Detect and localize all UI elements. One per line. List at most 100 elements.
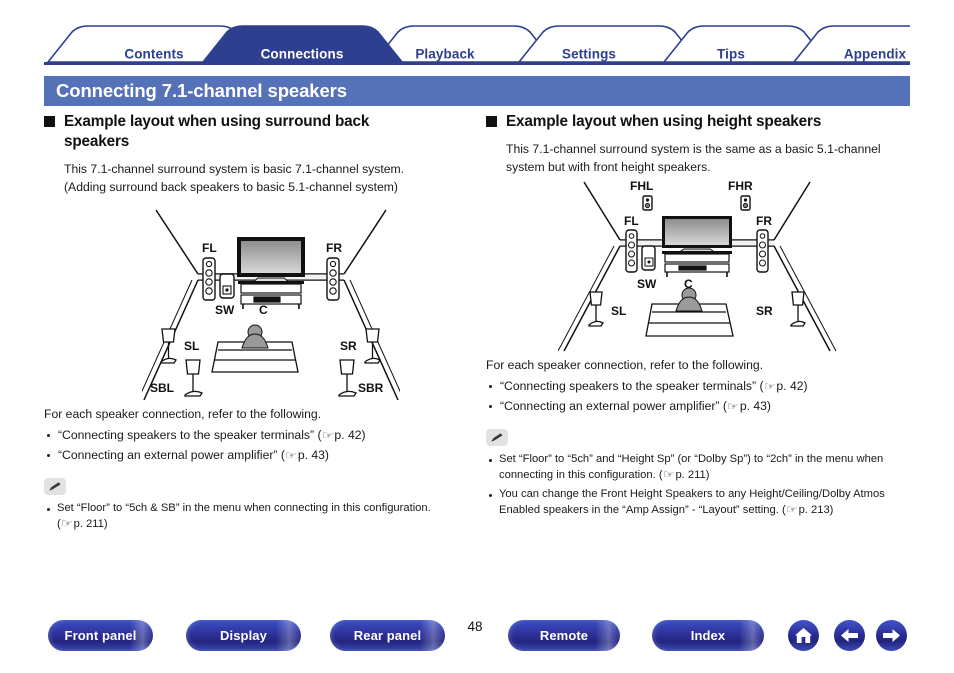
tab-contents[interactable]: Contents <box>124 47 183 62</box>
left-bullet-1-page[interactable]: p. 43 <box>298 448 325 462</box>
surround-back-layout-svg: FL FR SW C SL SR SBL SBR <box>142 209 400 401</box>
arrow-left-icon <box>841 629 858 642</box>
right-heading-text: Example layout when using height speaker… <box>506 113 822 130</box>
list-item[interactable]: “Connecting an external power amplifier”… <box>44 446 474 465</box>
tab-appendix[interactable]: Appendix <box>844 47 906 62</box>
pencil-icon <box>49 482 61 491</box>
left-bullet-1-text: “Connecting an external power amplifier”… <box>58 448 285 463</box>
listener-icon <box>241 324 269 349</box>
front-panel-button[interactable]: Front panel <box>48 620 153 651</box>
right-note-1-page[interactable]: p. 213 <box>799 504 830 516</box>
note-pencil-badge <box>486 428 508 446</box>
speaker-sw-icon <box>641 245 656 271</box>
left-column: Example layout when using surround back … <box>44 112 474 533</box>
tv-icon <box>662 215 732 254</box>
right-section-heading: Example layout when using height speaker… <box>486 112 916 132</box>
square-bullet-icon <box>486 116 497 127</box>
right-intro-line2: system but with front height speakers. <box>506 159 711 174</box>
height-speaker-layout-svg: FHL FHR FL FR SW C SL SR <box>558 179 837 352</box>
left-note-0-page[interactable]: p. 211 <box>74 518 104 530</box>
list-item: Set “Floor” to “5ch” and “Height Sp” (or… <box>486 452 916 484</box>
label-fl: FL <box>202 241 217 255</box>
left-reference-list: “Connecting speakers to the speaker term… <box>44 426 474 465</box>
remote-button[interactable]: Remote <box>508 620 620 651</box>
speaker-fhl-icon <box>642 195 653 211</box>
right-note-0-tail: ) <box>705 468 710 481</box>
page-title: Connecting 7.1-channel speakers <box>56 80 347 101</box>
display-button[interactable]: Display <box>186 620 301 651</box>
label-sl: SL <box>184 339 199 353</box>
left-lead-text: For each speaker connection, refer to th… <box>44 407 322 422</box>
list-item[interactable]: “Connecting an external power amplifier”… <box>486 397 916 416</box>
left-note-list: Set “Floor” to “5ch & SB” in the menu wh… <box>44 501 474 533</box>
list-item: You can change the Front Height Speakers… <box>486 487 916 519</box>
list-item[interactable]: “Connecting speakers to the speaker term… <box>486 377 916 396</box>
note-pencil-badge <box>44 478 66 496</box>
page-number: 48 <box>467 619 483 634</box>
forward-button[interactable] <box>876 620 907 651</box>
tv-icon <box>237 237 305 284</box>
speaker-fr-icon <box>326 257 340 301</box>
speaker-fl-icon <box>625 229 638 273</box>
right-note-1-tail: ) <box>829 503 834 516</box>
left-intro: This 7.1-channel surround system is basi… <box>64 161 474 196</box>
right-bullet-0-page[interactable]: p. 42 <box>776 379 803 393</box>
speaker-sl-icon <box>588 291 604 327</box>
right-bullet-1-text: “Connecting an external power amplifier”… <box>500 399 727 414</box>
list-item[interactable]: “Connecting speakers to the speaker term… <box>44 426 474 445</box>
speaker-fl-icon <box>202 257 216 301</box>
label-fhl: FHL <box>630 179 653 193</box>
page-title-banner: Connecting 7.1-channel speakers <box>44 76 910 106</box>
tab-tips[interactable]: Tips <box>717 47 745 62</box>
left-room-diagram: FL FR SW C SL SR SBL SBR <box>142 202 474 402</box>
right-reference-list: “Connecting speakers to the speaker term… <box>486 377 916 416</box>
tab-bar-underline <box>44 62 910 65</box>
label-c: C <box>684 277 693 291</box>
speaker-sw-icon <box>219 273 235 299</box>
label-sw: SW <box>215 303 235 317</box>
left-bullet-0-page[interactable]: p. 42 <box>334 428 361 442</box>
right-bullet-0-text: “Connecting speakers to the speaker term… <box>500 378 764 393</box>
right-column: Example layout when using height speaker… <box>486 112 916 519</box>
pointing-hand-icon: ☞ <box>726 401 740 414</box>
speaker-fr-icon <box>756 229 769 273</box>
left-bullet-1-tail: ) <box>324 448 329 463</box>
right-bullet-1-page[interactable]: p. 43 <box>740 399 767 413</box>
label-sbl: SBL <box>150 381 174 395</box>
left-intro-line1: This 7.1-channel surround system is basi… <box>64 162 405 177</box>
pointing-hand-icon: ☞ <box>321 429 334 442</box>
speaker-sbr-icon <box>338 359 357 397</box>
rear-panel-button[interactable]: Rear panel <box>330 620 445 651</box>
left-bullet-0-text: “Connecting speakers to the speaker term… <box>58 427 322 442</box>
tab-connections[interactable]: Connections <box>261 47 344 62</box>
label-fr: FR <box>756 214 772 228</box>
back-button[interactable] <box>834 620 865 651</box>
pointing-hand-icon: ☞ <box>284 450 298 463</box>
pointing-hand-icon: ☞ <box>785 503 798 516</box>
right-bullet-1-tail: ) <box>766 399 771 414</box>
home-button[interactable] <box>788 620 819 651</box>
left-section-heading: Example layout when using surround back … <box>44 112 474 152</box>
tab-settings[interactable]: Settings <box>562 47 616 62</box>
pencil-icon <box>491 433 503 442</box>
right-bullet-0-tail: ) <box>803 378 808 393</box>
speaker-sbl-icon <box>184 359 203 397</box>
tab-playback[interactable]: Playback <box>415 47 474 62</box>
left-bullet-0-tail: ) <box>361 427 366 442</box>
speaker-sr-icon <box>364 328 381 364</box>
left-note-0-tail: ) <box>103 518 108 531</box>
label-sl: SL <box>611 304 626 318</box>
pointing-hand-icon: ☞ <box>662 468 675 481</box>
left-intro-line2: (Adding surround back speakers to basic … <box>64 179 398 194</box>
label-sbr: SBR <box>358 381 384 395</box>
label-sr: SR <box>756 304 773 318</box>
right-intro: This 7.1-channel surround system is the … <box>506 141 916 176</box>
pointing-hand-icon: ☞ <box>763 380 776 393</box>
index-button[interactable]: Index <box>652 620 764 651</box>
square-bullet-icon <box>44 116 55 127</box>
right-note-0-page[interactable]: p. 211 <box>675 469 705 481</box>
pointing-hand-icon: ☞ <box>60 518 73 531</box>
home-icon <box>795 628 812 643</box>
label-fl: FL <box>624 214 639 228</box>
right-room-diagram: FHL FHR FL FR SW C SL SR <box>558 178 916 353</box>
